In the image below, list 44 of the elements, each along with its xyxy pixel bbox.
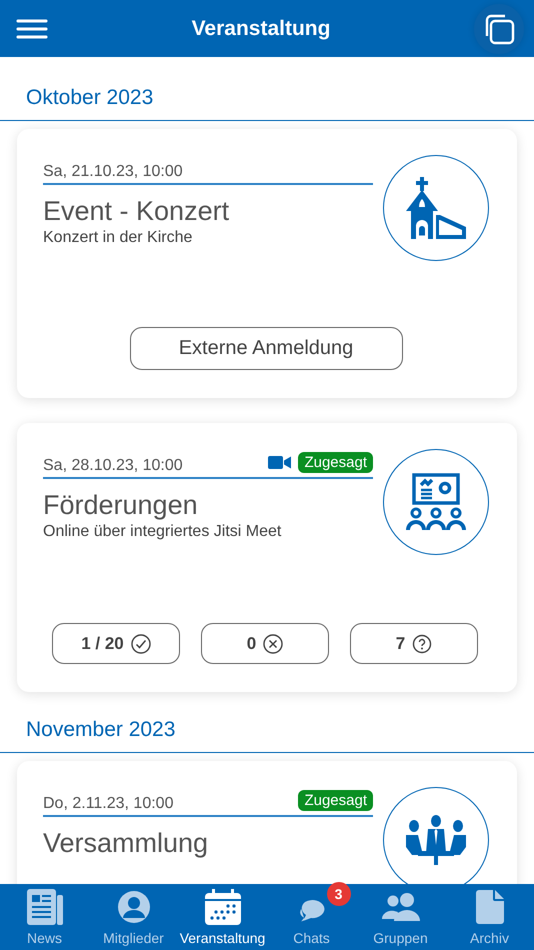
document-icon [476,890,504,924]
nav-tab[interactable]: Mitglieder [89,884,178,950]
response-count-button[interactable]: 0 [201,623,329,664]
cross-circle-icon [263,634,284,654]
question-circle-icon [412,634,432,654]
nav-tab[interactable]: Archiv [445,884,534,950]
presentation-icon [405,473,467,531]
event-card[interactable]: Do, 2.11.23, 10:00 Zugesagt Versammlung [17,761,517,884]
church-icon [406,177,466,239]
calendar-icon [204,889,240,925]
event-title: Event - Konzert [43,196,230,227]
event-date: Sa, 21.10.23, 10:00 [43,163,184,181]
nav-tab[interactable]: Veranstaltung [178,884,267,950]
newspaper-icon [26,889,62,925]
event-card[interactable]: Sa, 21.10.23, 10:00 Event - Konzert Konzert in der Kirche Externe Anmeldung [17,129,517,398]
external-registration-button[interactable]: Externe Anmeldung [130,327,402,370]
unread-badge: 3 [326,882,350,906]
response-count-button[interactable]: 1 / 20 [52,623,180,664]
event-date: Do, 2.11.23, 10:00 [43,795,174,813]
event-card[interactable]: Sa, 28.10.23, 10:00 Zugesagt Förderungen Online über integriertes Jitsi Meet 1 / 20 0 7 [17,423,517,692]
month-heading: Oktober 2023 [25,85,154,110]
nav-tab[interactable]: Gruppen [356,884,445,950]
event-subtitle: Online über integriertes Jitsi Meet [43,523,282,541]
check-circle-icon [130,634,151,654]
response-count: 1 / 20 [81,634,124,654]
menu-icon [16,18,48,40]
status-badge: Zugesagt [298,452,373,472]
month-heading: November 2023 [25,717,176,742]
user-icon [116,890,150,924]
event-title: Förderungen [43,490,199,521]
screen-title: Veranstaltung [192,16,330,40]
response-count: 0 [246,634,256,654]
nav-tab[interactable]: News [0,884,89,950]
event-date: Sa, 28.10.23, 10:00 [43,457,184,475]
status-badge: Zugesagt [298,790,373,810]
menu-button[interactable] [16,18,48,40]
group-icon [382,893,420,921]
event-subtitle: Konzert in der Kirche [43,229,194,247]
response-count: 7 [396,634,406,654]
copy-button[interactable] [474,4,524,54]
event-title: Versammlung [43,828,210,859]
nav-tab[interactable]: 3 Chats [267,884,356,950]
meeting-icon [404,815,468,865]
response-count-button[interactable]: 7 [350,623,478,664]
